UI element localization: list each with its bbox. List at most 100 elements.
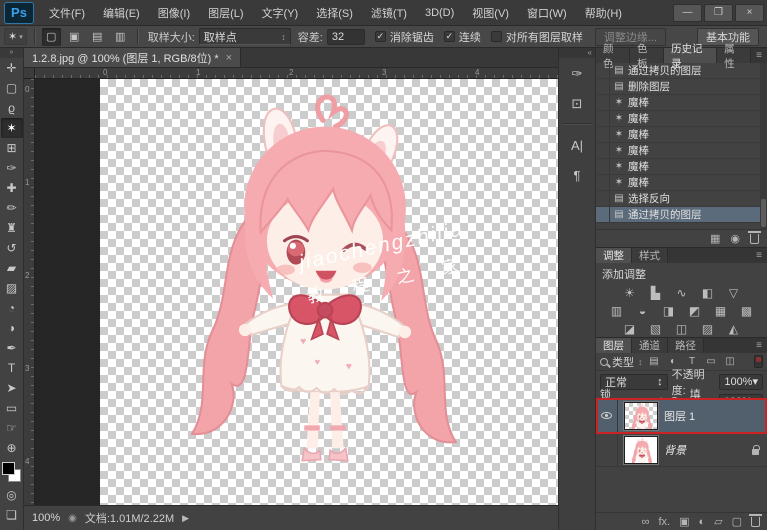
marquee-tool[interactable]: ▢ bbox=[1, 78, 23, 98]
panel-menu-icon[interactable]: ≡ bbox=[751, 338, 767, 353]
menu-file[interactable]: 文件(F) bbox=[40, 0, 94, 26]
menu-image[interactable]: 图像(I) bbox=[149, 0, 199, 26]
screen-mode-button[interactable]: ❏ bbox=[1, 505, 23, 525]
clone-source-panel-button[interactable]: ⊡ bbox=[560, 90, 594, 118]
type-tool[interactable]: T bbox=[1, 358, 23, 378]
link-layers-icon[interactable]: ∞ bbox=[642, 516, 650, 528]
brightness-contrast-icon[interactable]: ☀ bbox=[620, 284, 640, 301]
threshold-icon[interactable]: ◫ bbox=[672, 320, 692, 337]
tab-close-icon[interactable]: × bbox=[226, 52, 232, 64]
posterize-icon[interactable]: ▧ bbox=[646, 320, 666, 337]
filter-smart-objects-icon[interactable]: ◫ bbox=[723, 356, 738, 367]
quick-mask-button[interactable]: ◎ bbox=[1, 485, 23, 505]
path-select-tool[interactable]: ➤ bbox=[1, 378, 23, 398]
history-scrollbar[interactable] bbox=[760, 63, 767, 229]
history-source-well[interactable] bbox=[596, 191, 610, 206]
tab-color[interactable]: 颜色 bbox=[596, 43, 631, 70]
eyedropper-tool[interactable]: ✑ bbox=[1, 158, 23, 178]
add-layer-mask-icon[interactable]: ▣ bbox=[679, 515, 689, 528]
visibility-toggle[interactable] bbox=[596, 434, 618, 466]
new-group-icon[interactable]: ▱ bbox=[714, 515, 722, 528]
subtract-selection-button[interactable]: ▤ bbox=[88, 28, 107, 46]
move-tool[interactable]: ✛ bbox=[1, 58, 23, 78]
filter-pixel-layers-icon[interactable]: ▤ bbox=[647, 356, 662, 367]
lasso-tool[interactable]: ϱ bbox=[1, 98, 23, 118]
hue-saturation-icon[interactable]: ▥ bbox=[607, 302, 627, 319]
history-item[interactable]: ✶ 魔棒 bbox=[596, 159, 767, 175]
clone-stamp-tool[interactable]: ♜ bbox=[1, 218, 23, 238]
history-item[interactable]: ✶ 魔棒 bbox=[596, 143, 767, 159]
layer-thumbnail[interactable] bbox=[624, 436, 658, 464]
canvas-artboard[interactable]: ♥ ♥ ♥ ♥ bbox=[100, 79, 558, 505]
black-white-icon[interactable]: ◨ bbox=[659, 302, 679, 319]
panel-menu-icon[interactable]: ≡ bbox=[751, 48, 767, 63]
levels-icon[interactable]: ▙ bbox=[646, 284, 666, 301]
history-source-well[interactable] bbox=[596, 127, 610, 142]
tab-properties[interactable]: 属性 bbox=[717, 43, 752, 70]
menu-select[interactable]: 选择(S) bbox=[307, 0, 362, 26]
layer-row-background[interactable]: 背景 bbox=[596, 434, 767, 467]
new-adjustment-layer-icon[interactable]: ◐ bbox=[698, 516, 705, 528]
history-source-well[interactable] bbox=[596, 207, 610, 222]
healing-brush-tool[interactable]: ✚ bbox=[1, 178, 23, 198]
delete-state-icon[interactable] bbox=[748, 230, 761, 244]
menu-filter[interactable]: 滤镜(T) bbox=[362, 0, 416, 26]
menu-edit[interactable]: 编辑(E) bbox=[94, 0, 149, 26]
history-item[interactable]: ▤ 选择反向 bbox=[596, 191, 767, 207]
new-selection-button[interactable]: ▢ bbox=[41, 27, 61, 46]
sample-all-layers-checkbox[interactable]: 对所有图层取样 bbox=[490, 29, 583, 45]
add-selection-button[interactable]: ▣ bbox=[65, 28, 84, 46]
history-item[interactable]: ✶ 魔棒 bbox=[596, 95, 767, 111]
history-source-well[interactable] bbox=[596, 159, 610, 174]
history-source-well[interactable] bbox=[596, 63, 610, 78]
history-item-selected[interactable]: ▤ 通过拷贝的图层 bbox=[596, 207, 767, 223]
gradient-map-icon[interactable]: ▨ bbox=[698, 320, 718, 337]
menu-3d[interactable]: 3D(D) bbox=[416, 0, 463, 26]
scrollbar-thumb[interactable] bbox=[761, 199, 766, 227]
maximize-button[interactable]: ❐ bbox=[704, 3, 733, 22]
history-source-well[interactable] bbox=[596, 143, 610, 158]
foreground-color-swatch[interactable] bbox=[1, 462, 15, 475]
close-button[interactable]: × bbox=[735, 3, 764, 22]
panel-menu-icon[interactable]: ≡ bbox=[751, 248, 767, 263]
zoom-tool[interactable]: ⊕ bbox=[1, 438, 23, 458]
history-item[interactable]: ✶ 魔棒 bbox=[596, 175, 767, 191]
shape-tool[interactable]: ▭ bbox=[1, 398, 23, 418]
curves-icon[interactable]: ∿ bbox=[672, 284, 692, 301]
menu-layer[interactable]: 图层(L) bbox=[199, 0, 252, 26]
tab-layers[interactable]: 图层 bbox=[596, 338, 632, 353]
history-source-well[interactable] bbox=[596, 175, 610, 190]
status-arrow-button[interactable]: ▶ bbox=[182, 513, 189, 524]
contiguous-checkbox[interactable]: 连续 bbox=[443, 29, 481, 45]
photo-filter-icon[interactable]: ◩ bbox=[685, 302, 705, 319]
layer-style-icon[interactable]: fx. bbox=[658, 516, 670, 528]
tool-preset-picker[interactable]: ✶ ▾ bbox=[4, 28, 27, 45]
new-layer-icon[interactable]: ▢ bbox=[732, 515, 742, 528]
selective-color-icon[interactable]: ◭ bbox=[724, 320, 744, 337]
color-lookup-icon[interactable]: ▩ bbox=[737, 302, 757, 319]
visibility-toggle[interactable] bbox=[596, 398, 618, 433]
tab-swatches[interactable]: 色板 bbox=[630, 43, 665, 70]
paragraph-panel-button[interactable]: ¶ bbox=[560, 161, 594, 189]
vibrance-icon[interactable]: ▽ bbox=[724, 284, 744, 301]
history-item[interactable]: ✶ 魔棒 bbox=[596, 111, 767, 127]
zoom-level-field[interactable]: 100% bbox=[32, 512, 60, 524]
gradient-tool[interactable]: ▨ bbox=[1, 278, 23, 298]
tolerance-input[interactable]: 32 bbox=[326, 28, 365, 45]
tab-styles[interactable]: 样式 bbox=[632, 248, 668, 263]
character-panel-button[interactable]: A| bbox=[560, 131, 594, 159]
document-tab[interactable]: 1.2.8.jpg @ 100% (图层 1, RGB/8位) * × bbox=[24, 48, 242, 67]
invert-icon[interactable]: ◪ bbox=[620, 320, 640, 337]
color-swatches[interactable] bbox=[1, 461, 23, 485]
menu-view[interactable]: 视图(V) bbox=[463, 0, 518, 26]
history-brush-tool[interactable]: ↺ bbox=[1, 238, 23, 258]
crop-tool[interactable]: ⊞ bbox=[1, 138, 23, 158]
filter-type-select[interactable]: 类型 bbox=[612, 354, 634, 370]
pen-tool[interactable]: ✒ bbox=[1, 338, 23, 358]
tab-history[interactable]: 历史记录 bbox=[664, 43, 718, 70]
dock-collapse-button[interactable]: « bbox=[559, 48, 595, 58]
antialias-checkbox[interactable]: 消除锯齿 bbox=[374, 29, 434, 45]
hand-tool[interactable]: ☞ bbox=[1, 418, 23, 438]
tab-paths[interactable]: 路径 bbox=[668, 338, 704, 353]
brush-presets-panel-button[interactable]: ✑ bbox=[560, 60, 594, 88]
